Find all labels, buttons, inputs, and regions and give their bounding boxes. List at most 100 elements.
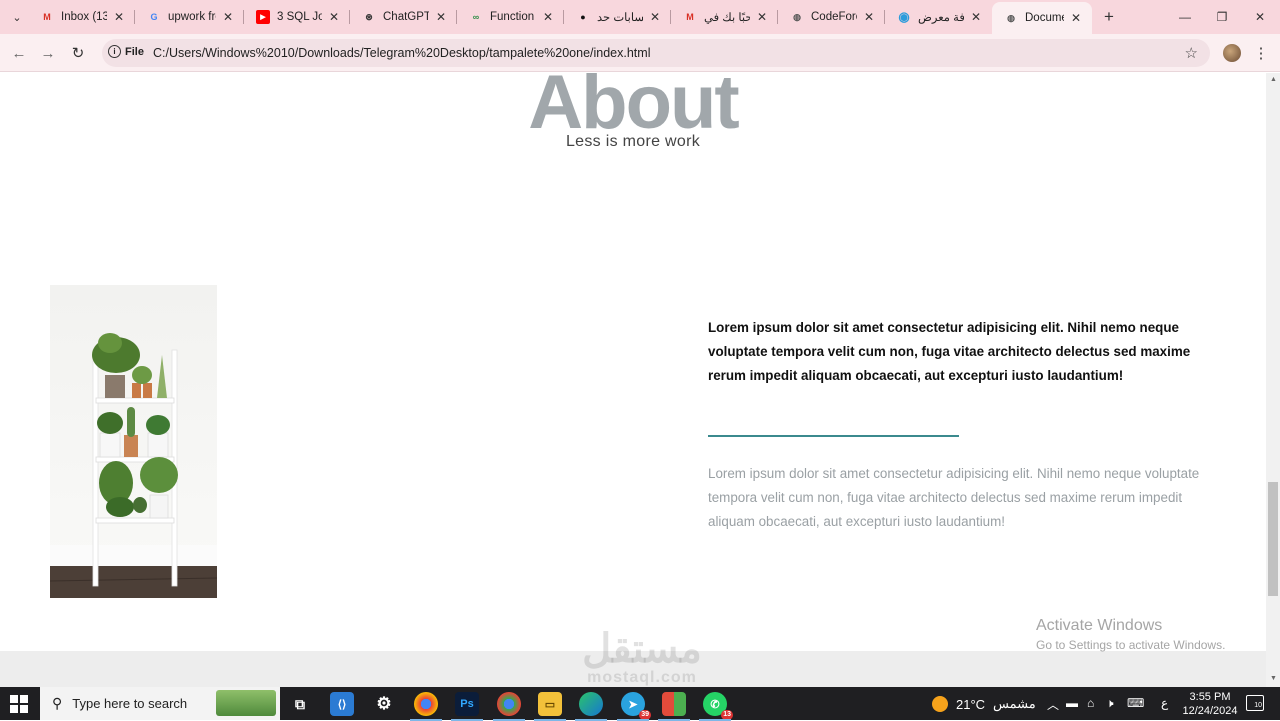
weather-label: مشمس	[993, 696, 1036, 711]
tab-function[interactable]: ∞ Function O ✕	[457, 4, 564, 30]
tab-title: Inbox (13)	[61, 11, 107, 23]
gmail-icon: M	[43, 12, 51, 22]
windows-taskbar: ⚲ Type here to search ⧉ ⟨⟩ ⚙ Ps ▭ ➤ 39 ✆ 1…	[0, 687, 1280, 721]
tab-close-icon[interactable]: ✕	[968, 9, 984, 25]
activate-windows-notice: Activate Windows Go to Settings to activ…	[1036, 617, 1225, 652]
store-icon[interactable]	[658, 692, 690, 721]
forward-arrow-icon[interactable]: →	[38, 43, 58, 63]
tab-close-icon[interactable]: ✕	[433, 9, 449, 25]
tab-title: upwork fre	[168, 11, 216, 23]
globe-icon: ◍	[793, 11, 801, 22]
tab-inbox[interactable]: M Inbox (13) ✕	[28, 4, 135, 30]
tab-document[interactable]: ◍ Document ✕	[992, 2, 1092, 34]
reload-icon[interactable]: ↻	[68, 43, 88, 63]
network-icon[interactable]: ⌂	[1087, 696, 1094, 710]
weather-widget[interactable]: 21°C مشمس	[932, 696, 1036, 712]
weather-temp: 21°C	[956, 696, 986, 712]
tab-title: ChatGPT	[383, 11, 429, 23]
whatsapp-icon[interactable]: ✆ 13	[699, 692, 733, 721]
tab-upwork[interactable]: G upwork fre ✕	[135, 4, 244, 30]
scrollbar-thumb[interactable]	[1268, 482, 1278, 596]
tray-chevron-icon[interactable]: ︿	[1047, 696, 1059, 713]
page-viewport: About Less is more work Lorem ipsum dolo…	[0, 73, 1266, 687]
notification-count: 10	[1254, 702, 1262, 709]
tab-title: 3 SQL Join	[277, 11, 322, 23]
search-highlight-image[interactable]	[216, 690, 276, 716]
tab-title: Function O	[490, 11, 536, 23]
tab-close-icon[interactable]: ✕	[647, 9, 663, 25]
tab-title: Document	[1025, 12, 1064, 24]
scroll-down-arrow-icon[interactable]: ▼	[1270, 675, 1277, 682]
maximize-icon[interactable]: ❐	[1212, 8, 1232, 26]
url-text[interactable]: C:/Users/Windows%2010/Downloads/Telegram…	[153, 46, 650, 60]
vscode-icon[interactable]: ⟨⟩	[330, 692, 354, 716]
address-bar[interactable]: i File C:/Users/Windows%2010/Downloads/T…	[102, 39, 1210, 67]
github-icon: ●	[580, 12, 586, 22]
settings-gear-icon[interactable]: ⚙	[372, 692, 396, 716]
telegram-icon[interactable]: ➤ 39	[617, 692, 651, 721]
system-clock[interactable]: 3:55 PM 12/24/2024	[1180, 690, 1240, 718]
sun-icon	[932, 696, 948, 712]
clock-date: 12/24/2024	[1182, 705, 1238, 717]
tab-title: حسابات حد	[597, 12, 643, 24]
minimize-icon[interactable]: —	[1175, 8, 1195, 26]
tab-close-icon[interactable]: ✕	[540, 9, 556, 25]
tab-welcome[interactable]: M مرحبًا بك في ✕	[671, 4, 778, 30]
new-tab-plus-icon[interactable]: +	[1100, 7, 1118, 26]
tab-close-icon[interactable]: ✕	[326, 9, 342, 25]
tab-chatgpt[interactable]: ⊛ ChatGPT ✕	[350, 4, 457, 30]
tab-close-icon[interactable]: ✕	[220, 9, 236, 25]
tab-title: CodeForce	[811, 11, 857, 23]
mostaql-icon: ◉	[898, 9, 910, 24]
notification-center-icon[interactable]: 10	[1246, 695, 1264, 711]
bookmark-star-icon[interactable]: ☆	[1185, 44, 1198, 62]
photoshop-icon[interactable]: Ps	[451, 692, 483, 721]
clock-time: 3:55 PM	[1189, 691, 1231, 703]
tab-close-icon[interactable]: ✕	[1068, 10, 1084, 26]
info-icon: i	[108, 45, 121, 58]
chatgpt-icon: ⊛	[365, 11, 373, 22]
tab-title: إضافة معرض	[918, 12, 964, 24]
tab-sql-join[interactable]: ▶ 3 SQL Join ✕	[244, 4, 350, 30]
page-subtitle: Less is more work	[565, 133, 701, 150]
back-arrow-icon[interactable]: ←	[9, 43, 29, 63]
gmail-icon: M	[686, 12, 694, 22]
chrome-active-icon[interactable]	[493, 692, 525, 721]
volume-muted-icon[interactable]: 🕨	[1106, 696, 1114, 711]
tab-title: مرحبًا بك في	[704, 12, 750, 24]
site-info-button[interactable]: i File	[108, 45, 144, 58]
about-lead-text: Lorem ipsum dolor sit amet consectetur a…	[708, 320, 1191, 383]
activate-subtitle: Go to Settings to activate Windows.	[1036, 638, 1226, 652]
task-view-icon[interactable]: ⧉	[288, 692, 312, 716]
scheme-label: File	[125, 45, 144, 58]
menu-kebab-icon[interactable]: ⋮	[1254, 43, 1269, 63]
window-close-icon[interactable]: ✕	[1250, 8, 1270, 26]
edge-icon[interactable]	[575, 692, 607, 721]
youtube-icon: ▶	[256, 10, 270, 24]
tab-close-icon[interactable]: ✕	[754, 9, 770, 25]
telegram-badge: 39	[639, 710, 651, 720]
battery-icon[interactable]: ▬	[1066, 696, 1078, 710]
globe-icon: ◍	[1007, 12, 1015, 23]
profile-avatar[interactable]	[1223, 44, 1241, 62]
windows-start-icon[interactable]	[10, 695, 28, 713]
geeksforgeeks-icon: ∞	[472, 12, 480, 22]
file-explorer-icon[interactable]: ▭	[534, 692, 566, 721]
tab-search-chevron-icon[interactable]: ⌄	[6, 7, 28, 27]
tab-accounts[interactable]: ● حسابات حد ✕	[564, 4, 671, 30]
watermark-arabic: مستقل	[582, 627, 702, 671]
watermark-latin: mostaql.com	[587, 669, 697, 686]
browser-toolbar: ← → ↻ i File C:/Users/Windows%2010/Downl…	[0, 34, 1280, 72]
tab-add-gallery[interactable]: ◉ إضافة معرض ✕	[885, 4, 992, 30]
tab-close-icon[interactable]: ✕	[111, 9, 127, 25]
plant-shelf-image	[50, 285, 217, 598]
tab-close-icon[interactable]: ✕	[861, 9, 877, 25]
tab-codeforces[interactable]: ◍ CodeForce ✕	[778, 4, 885, 30]
chrome-icon[interactable]	[410, 692, 442, 721]
search-icon: ⚲	[52, 695, 63, 711]
taskbar-search-placeholder: Type here to search	[72, 696, 188, 711]
keyboard-icon[interactable]: ⌨	[1127, 696, 1144, 710]
input-language[interactable]: ع	[1161, 696, 1168, 710]
tab-strip: ⌄ M Inbox (13) ✕ G upwork fre ✕ ▶ 3 SQL …	[0, 0, 1280, 34]
scroll-up-arrow-icon[interactable]: ▲	[1270, 76, 1277, 83]
